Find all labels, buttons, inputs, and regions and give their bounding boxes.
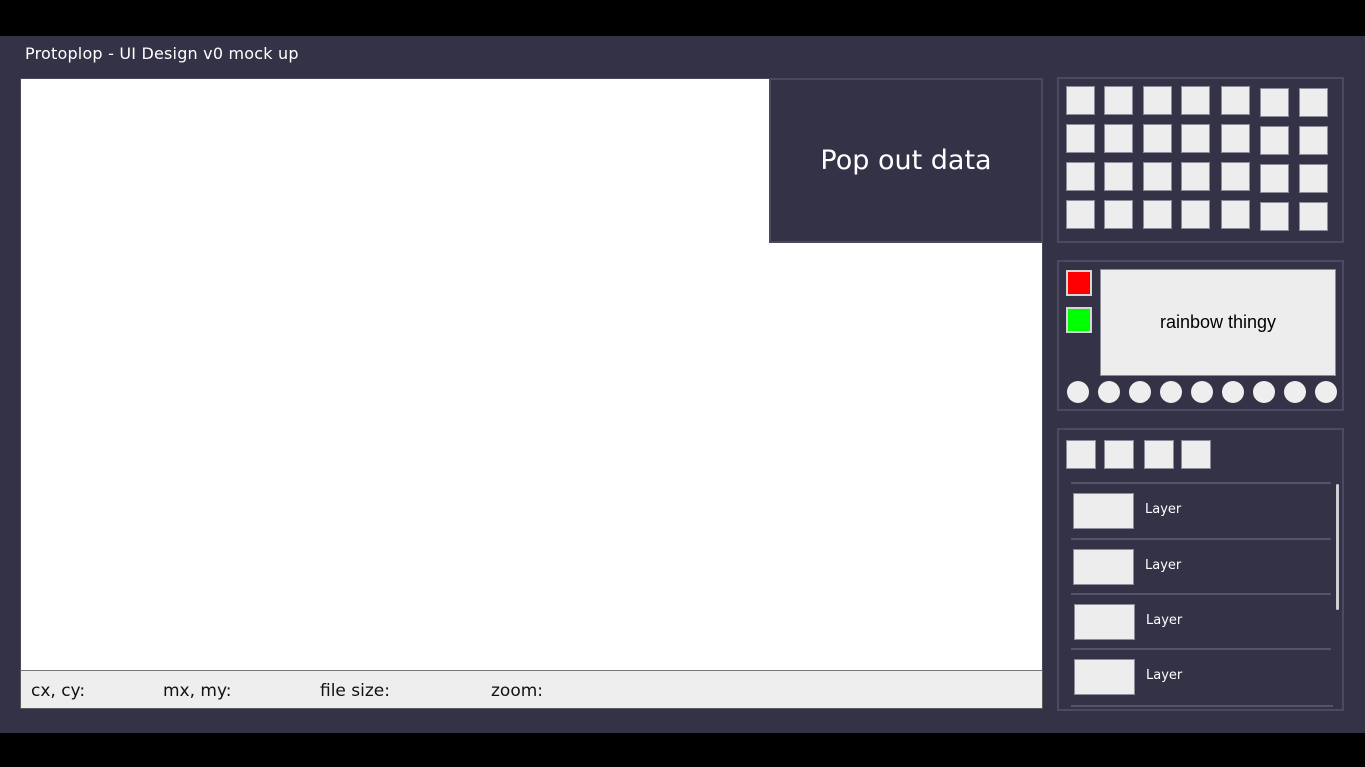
swatch-cell-13[interactable] bbox=[1260, 126, 1289, 155]
swatch-cell-19[interactable] bbox=[1221, 162, 1250, 191]
layer-row[interactable]: Layer bbox=[1071, 482, 1331, 538]
layer-label: Layer bbox=[1145, 502, 1182, 517]
swatch-cell-20[interactable] bbox=[1260, 164, 1289, 193]
swatch-cell-27[interactable] bbox=[1260, 202, 1289, 231]
app-title: Protoplop - UI Design v0 mock up bbox=[25, 44, 299, 63]
tool-grid-panel bbox=[1057, 77, 1344, 243]
layer-row[interactable]: Layer bbox=[1071, 593, 1331, 649]
swatch-cell-18[interactable] bbox=[1181, 162, 1210, 191]
swatch-cell-28[interactable] bbox=[1299, 202, 1328, 231]
palette-dot-6[interactable] bbox=[1222, 381, 1244, 403]
swatch-cell-26[interactable] bbox=[1221, 200, 1250, 229]
primary-color-swatch[interactable] bbox=[1066, 270, 1092, 296]
swatch-cell-14[interactable] bbox=[1299, 126, 1328, 155]
layer-tool-button-3[interactable] bbox=[1144, 440, 1174, 469]
swatch-cell-15[interactable] bbox=[1066, 162, 1095, 191]
palette-dot-5[interactable] bbox=[1191, 381, 1213, 403]
layer-row[interactable]: Layer bbox=[1071, 538, 1331, 594]
layer-list-scrollbar[interactable] bbox=[1336, 484, 1339, 610]
swatch-cell-2[interactable] bbox=[1104, 86, 1133, 115]
file-size-label: file size: bbox=[320, 681, 390, 701]
pop-out-data-panel[interactable]: Pop out data bbox=[769, 78, 1043, 243]
layer-tool-button-2[interactable] bbox=[1104, 440, 1134, 469]
layer-thumbnail bbox=[1073, 549, 1134, 585]
swatch-cell-9[interactable] bbox=[1104, 124, 1133, 153]
layer-label: Layer bbox=[1145, 558, 1182, 573]
swatch-cell-10[interactable] bbox=[1143, 124, 1172, 153]
color-panel: rainbow thingy bbox=[1057, 260, 1344, 411]
rainbow-label: rainbow thingy bbox=[1159, 312, 1277, 332]
layer-tool-button-4[interactable] bbox=[1181, 440, 1211, 469]
mouse-coords-label: mx, my: bbox=[163, 681, 232, 701]
layer-tool-button-1[interactable] bbox=[1066, 440, 1096, 469]
swatch-cell-17[interactable] bbox=[1143, 162, 1172, 191]
cursor-coords-label: cx, cy: bbox=[31, 681, 86, 701]
swatch-cell-11[interactable] bbox=[1181, 124, 1210, 153]
swatch-cell-5[interactable] bbox=[1221, 86, 1250, 115]
app-window: Protoplop - UI Design v0 mock up Pop out… bbox=[0, 36, 1365, 733]
swatch-cell-6[interactable] bbox=[1260, 88, 1289, 117]
palette-dot-3[interactable] bbox=[1129, 381, 1151, 403]
palette-dot-2[interactable] bbox=[1098, 381, 1120, 403]
secondary-color-swatch[interactable] bbox=[1066, 307, 1092, 333]
layers-panel: Layer Layer Layer Layer bbox=[1057, 428, 1344, 711]
swatch-cell-12[interactable] bbox=[1221, 124, 1250, 153]
palette-dot-4[interactable] bbox=[1160, 381, 1182, 403]
pop-out-data-label: Pop out data bbox=[820, 145, 992, 176]
palette-dot-7[interactable] bbox=[1253, 381, 1275, 403]
layer-thumbnail bbox=[1074, 604, 1135, 640]
status-bar: cx, cy: mx, my: file size: zoom: bbox=[20, 670, 1043, 709]
swatch-cell-16[interactable] bbox=[1104, 162, 1133, 191]
layer-thumbnail bbox=[1074, 659, 1135, 695]
layer-label: Layer bbox=[1146, 668, 1183, 683]
swatch-cell-21[interactable] bbox=[1299, 164, 1328, 193]
palette-dot-8[interactable] bbox=[1284, 381, 1306, 403]
layer-label: Layer bbox=[1146, 613, 1183, 628]
swatch-cell-1[interactable] bbox=[1066, 86, 1095, 115]
palette-dot-9[interactable] bbox=[1315, 381, 1337, 403]
swatch-cell-4[interactable] bbox=[1181, 86, 1210, 115]
swatch-cell-25[interactable] bbox=[1181, 200, 1210, 229]
layer-list: Layer Layer Layer Layer bbox=[1071, 482, 1333, 709]
swatch-cell-8[interactable] bbox=[1066, 124, 1095, 153]
swatch-cell-7[interactable] bbox=[1299, 88, 1328, 117]
layer-list-bottom-divider bbox=[1071, 705, 1333, 707]
layer-thumbnail bbox=[1073, 493, 1134, 529]
swatch-cell-22[interactable] bbox=[1066, 200, 1095, 229]
palette-dot-1[interactable] bbox=[1067, 381, 1089, 403]
zoom-label: zoom: bbox=[491, 681, 544, 701]
swatch-cell-24[interactable] bbox=[1143, 200, 1172, 229]
swatch-cell-23[interactable] bbox=[1104, 200, 1133, 229]
layer-row[interactable]: Layer bbox=[1071, 648, 1331, 704]
rainbow-color-picker[interactable]: rainbow thingy bbox=[1100, 269, 1336, 376]
swatch-cell-3[interactable] bbox=[1143, 86, 1172, 115]
